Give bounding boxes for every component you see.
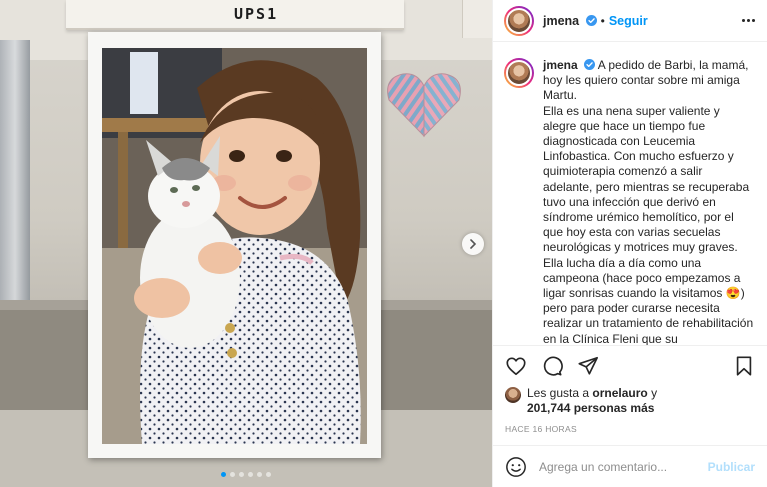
publish-button[interactable]: Publicar xyxy=(708,460,755,474)
carousel-dot xyxy=(239,472,244,477)
smiley-icon[interactable] xyxy=(505,456,527,478)
post-timestamp[interactable]: HACE 16 HORAS xyxy=(493,416,767,445)
comment-input[interactable] xyxy=(539,459,708,474)
girl-with-kitten-illustration xyxy=(102,48,367,444)
comment-bubble-icon[interactable] xyxy=(541,355,563,377)
liker-avatar[interactable] xyxy=(505,387,521,403)
wall-sign: UPS1 xyxy=(66,0,404,30)
wall-sign-edge xyxy=(462,0,492,38)
caption-username[interactable]: jmena xyxy=(543,58,578,72)
verified-badge-icon xyxy=(585,14,597,26)
carousel-dot xyxy=(248,472,253,477)
carousel-next-button[interactable] xyxy=(462,233,484,255)
follow-button[interactable]: Seguir xyxy=(609,14,648,28)
post-details-panel: jmena • Seguir jmena A pedido de Barbi, … xyxy=(492,0,767,487)
likes-count[interactable]: 201,744 personas más xyxy=(527,401,654,415)
heart-outline-icon[interactable] xyxy=(505,355,527,377)
chevron-right-icon xyxy=(470,239,477,249)
separator-dot: • xyxy=(600,13,605,28)
username-text: jmena xyxy=(543,13,580,28)
carousel-dot xyxy=(221,472,226,477)
carousel-dot xyxy=(230,472,235,477)
carousel-dot xyxy=(257,472,262,477)
caption-text: A pedido de Barbi, la mamá, hoy les quie… xyxy=(543,58,754,346)
paper-plane-icon[interactable] xyxy=(577,355,599,377)
likes-summary: Les gusta a ornelauro y 201,744 personas… xyxy=(493,386,767,416)
paper-heart xyxy=(387,73,461,138)
comments-area[interactable]: jmena A pedido de Barbi, la mamá, hoy le… xyxy=(493,42,767,346)
post-header: jmena • Seguir xyxy=(493,0,767,42)
caption-avatar[interactable] xyxy=(504,58,534,88)
plastic-bag xyxy=(0,40,30,310)
action-bar xyxy=(493,346,767,386)
avatar[interactable] xyxy=(504,5,534,36)
bookmark-icon[interactable] xyxy=(733,355,755,377)
more-options-icon[interactable] xyxy=(742,19,755,22)
post-caption: jmena A pedido de Barbi, la mamá, hoy le… xyxy=(543,58,755,345)
photo-image xyxy=(102,48,367,444)
post-media[interactable]: UPS1 xyxy=(0,0,492,487)
carousel-indicator xyxy=(0,472,492,477)
likes-text: Les gusta a ornelauro y 201,744 personas… xyxy=(527,386,658,415)
printed-photo xyxy=(88,32,381,458)
carousel-dot xyxy=(266,472,271,477)
liker-username[interactable]: ornelauro xyxy=(592,386,647,400)
wall-sign-text: UPS1 xyxy=(234,5,279,23)
instagram-post: UPS1 jmena • Seguir jmena A pedido de Ba… xyxy=(0,0,767,487)
verified-badge-icon xyxy=(584,59,596,70)
add-comment-section: Publicar xyxy=(493,445,767,487)
username-link[interactable]: jmena xyxy=(543,14,597,28)
